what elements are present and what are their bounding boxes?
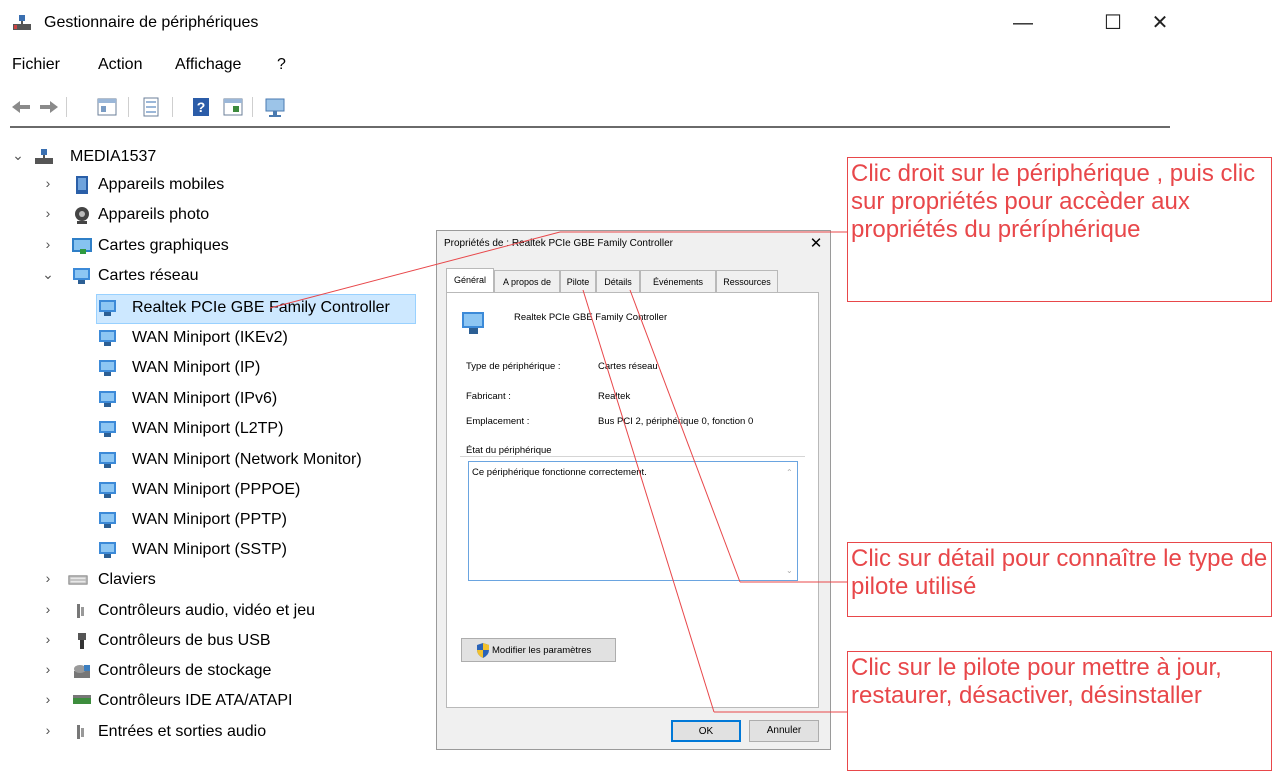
leader-line-properties — [269, 231, 561, 309]
leader-line-details — [629, 289, 741, 583]
annotation-details: Clic sur détail pour connaître le type d… — [847, 542, 1272, 617]
annotation-properties: Clic droit sur le périphérique , puis cl… — [847, 157, 1272, 302]
annotation-driver: Clic sur le pilote pour mettre à jour, r… — [847, 651, 1272, 771]
leader-line-driver — [582, 289, 715, 713]
